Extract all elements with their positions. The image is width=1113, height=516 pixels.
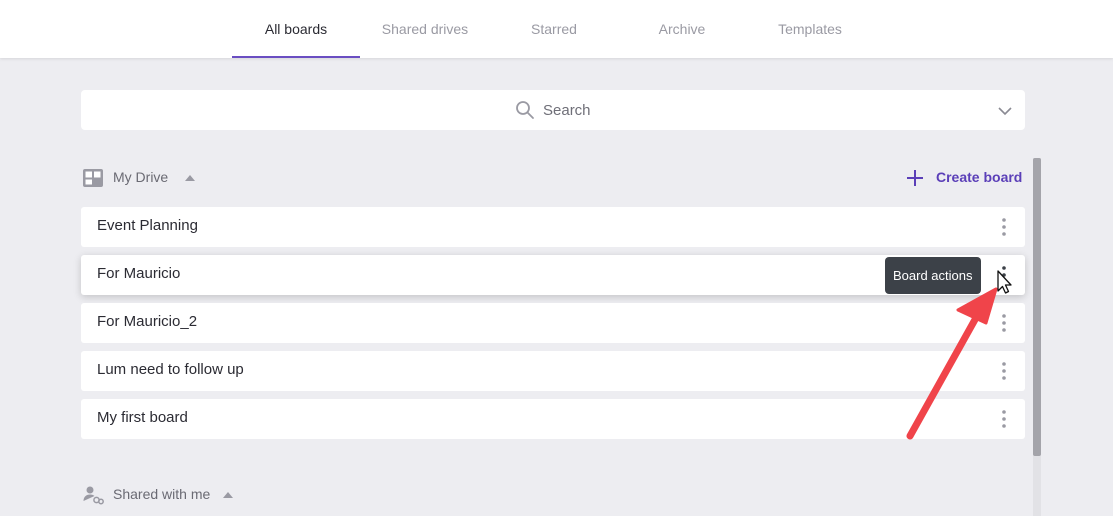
tab-starred[interactable]: Starred <box>490 0 618 58</box>
search-icon <box>516 101 534 119</box>
board-row[interactable]: Event Planning <box>81 207 1025 247</box>
board-name: My first board <box>97 409 188 426</box>
board-grid-icon <box>83 169 103 187</box>
board-row[interactable]: Lum need to follow up <box>81 351 1025 391</box>
chevron-down-icon[interactable] <box>997 103 1013 119</box>
board-name: For Mauricio <box>97 265 181 282</box>
board-row[interactable]: For Mauricio <box>81 255 1025 295</box>
search-input[interactable] <box>543 99 843 121</box>
shared-with-me-header[interactable]: Shared with me <box>82 484 252 506</box>
more-vertical-icon[interactable] <box>997 217 1011 237</box>
scrollbar-thumb[interactable] <box>1033 158 1041 456</box>
tab-templates[interactable]: Templates <box>746 0 874 58</box>
more-vertical-icon[interactable] <box>997 313 1011 333</box>
search-bar[interactable] <box>81 90 1025 130</box>
caret-up-icon[interactable] <box>184 172 196 184</box>
shared-users-icon <box>83 486 104 505</box>
more-vertical-icon[interactable] <box>997 409 1011 429</box>
board-name: Event Planning <box>97 217 198 234</box>
tab-shared-drives[interactable]: Shared drives <box>361 0 489 58</box>
board-name: Lum need to follow up <box>97 361 244 378</box>
create-board-label: Create board <box>936 169 1023 185</box>
board-name: For Mauricio_2 <box>97 313 198 330</box>
plus-icon <box>907 170 923 186</box>
top-nav: All boards Shared drives Starred Archive… <box>0 0 1113 58</box>
board-row[interactable]: For Mauricio_2 <box>81 303 1025 343</box>
my-drive-label: My Drive <box>113 169 169 185</box>
tab-all-boards[interactable]: All boards <box>232 0 360 58</box>
caret-up-icon[interactable] <box>222 489 234 501</box>
more-vertical-icon[interactable] <box>997 265 1011 285</box>
board-actions-tooltip: Board actions <box>885 257 981 294</box>
tab-archive[interactable]: Archive <box>618 0 746 58</box>
board-row[interactable]: My first board <box>81 399 1025 439</box>
my-drive-header[interactable]: My Drive <box>82 167 222 189</box>
more-vertical-icon[interactable] <box>997 361 1011 381</box>
shared-with-me-label: Shared with me <box>113 486 211 502</box>
